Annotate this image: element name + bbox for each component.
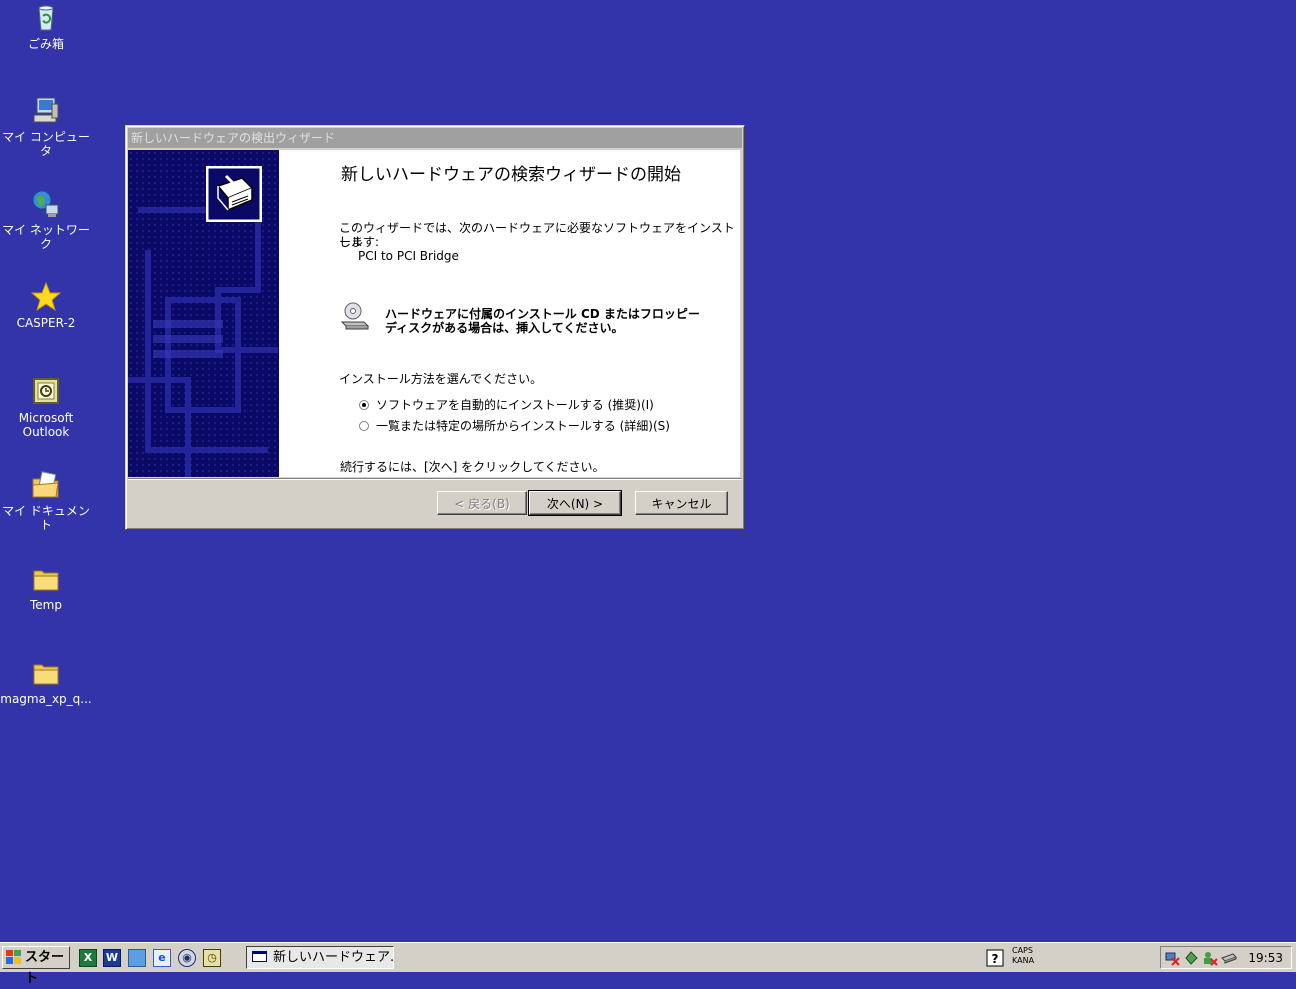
system-tray: 19:53 xyxy=(1160,946,1292,969)
cancel-button[interactable]: キャンセル xyxy=(635,491,728,515)
help-icon[interactable]: ? xyxy=(986,949,1004,967)
desktop-icon-label: CASPER-2 xyxy=(16,316,76,330)
hardware-install-icon xyxy=(206,166,262,222)
network-disconnected-icon[interactable] xyxy=(1164,950,1180,966)
dialog-title: 新しいハードウェアの検出ウィザード xyxy=(131,131,336,145)
desktop-icon-label: マイ ドキュメント xyxy=(2,504,90,532)
clock[interactable]: 19:53 xyxy=(1248,951,1283,965)
hardware-device-icon[interactable] xyxy=(1221,950,1237,966)
desktop-icon-casper[interactable]: CASPER-2 xyxy=(0,281,92,330)
next-button[interactable]: 次へ(N) > xyxy=(528,490,622,516)
hardware-wizard-dialog: 新しいハードウェアの検出ウィザード 新しいハードウェアの検索ウィザードの開始 こ… xyxy=(125,125,745,530)
wizard-banner xyxy=(128,150,279,477)
ime-caps: CAPS xyxy=(1012,946,1033,955)
taskbar-button-label: 新しいハードウェア... xyxy=(273,950,394,965)
desktop-icon-label: Microsoft Outlook xyxy=(18,411,74,439)
desktop-icon-recycle-bin[interactable]: ごみ箱 xyxy=(0,2,92,51)
dialog-button-bar: < 戻る(B) 次へ(N) > キャンセル xyxy=(128,478,742,527)
folder-icon xyxy=(33,570,59,591)
my-network-icon xyxy=(32,190,59,217)
window-icon xyxy=(252,951,267,962)
start-button[interactable]: スタート xyxy=(2,946,70,986)
radio-button-selected[interactable] xyxy=(359,400,369,410)
word-icon[interactable]: W xyxy=(103,949,121,967)
desktop-icon-temp[interactable]: Temp xyxy=(0,563,92,612)
insert-cd-line2: ディスクがある場合は、挿入してください。 xyxy=(385,321,624,335)
desktop-icon-label: Temp xyxy=(30,598,62,612)
back-button[interactable]: < 戻る(B) xyxy=(437,491,527,515)
desktop-icon-my-network[interactable]: マイ ネットワーク xyxy=(0,188,92,251)
insert-cd-line1: ハードウェアに付属のインストール CD またはフロッピー xyxy=(385,307,700,321)
outlook-express-icon[interactable]: ◉ xyxy=(178,949,196,967)
my-computer-icon xyxy=(33,97,59,123)
ie-icon[interactable]: e xyxy=(153,949,171,967)
desktop-icon-my-documents[interactable]: マイ ドキュメント xyxy=(0,469,92,532)
svg-text:?: ? xyxy=(992,952,999,966)
dialog-titlebar[interactable]: 新しいハードウェアの検出ウィザード xyxy=(128,128,742,148)
my-documents-icon xyxy=(32,471,59,498)
ime-status[interactable]: CAPS KANA xyxy=(1012,946,1034,966)
notepad-icon[interactable] xyxy=(128,949,146,967)
star-icon xyxy=(30,281,62,312)
windows-logo-icon xyxy=(6,950,21,964)
recycle-bin-icon xyxy=(38,5,54,31)
clock-app-icon[interactable]: ◷ xyxy=(203,949,221,967)
start-label: スタート xyxy=(25,950,65,986)
desktop-icon-label: ごみ箱 xyxy=(27,37,64,51)
ime-kana: KANA xyxy=(1012,956,1035,965)
intro-text-line2: します: xyxy=(339,235,380,249)
radio-auto-install[interactable]: ソフトウェアを自動的にインストールする (推奨)(I) xyxy=(359,398,654,412)
radio-button[interactable] xyxy=(359,421,369,431)
outlook-icon xyxy=(33,378,59,404)
radio-manual-install[interactable]: 一覧または特定の場所からインストールする (詳細)(S) xyxy=(359,419,670,433)
intro-text-line1: このウィザードでは、次のハードウェアに必要なソフトウェアをインストール xyxy=(339,221,735,249)
user-alert-icon[interactable] xyxy=(1202,950,1218,966)
cd-drive-icon xyxy=(340,302,370,330)
taskbar-button-hardware-wizard[interactable]: 新しいハードウェア... xyxy=(246,946,394,969)
radio-manual-install-label: 一覧または特定の場所からインストールする (詳細)(S) xyxy=(376,419,670,433)
desktop-icon-label: マイ ネットワーク xyxy=(2,223,90,251)
desktop-icon-my-computer[interactable]: マイ コンピュータ xyxy=(0,95,92,158)
device-name: PCI to PCI Bridge xyxy=(358,249,459,263)
desktop-icon-label: マイ コンピュータ xyxy=(2,130,90,158)
continue-text: 続行するには、[次へ] をクリックしてください。 xyxy=(340,460,605,474)
taskbar: スタート X W e ◉ ◷ 新しいハードウェア... ? CAPS KANA xyxy=(0,942,1296,986)
desktop-icon-outlook[interactable]: Microsoft Outlook xyxy=(0,376,92,439)
wizard-content: 新しいハードウェアの検索ウィザードの開始 このウィザードでは、次のハードウェアに… xyxy=(279,150,740,477)
radio-auto-install-label: ソフトウェアを自動的にインストールする (推奨)(I) xyxy=(376,398,654,412)
wizard-heading: 新しいハードウェアの検索ウィザードの開始 xyxy=(341,165,681,185)
excel-icon[interactable]: X xyxy=(79,949,97,967)
choose-prompt: インストール方法を選んでください。 xyxy=(339,372,543,386)
desktop-icon-magma[interactable]: magma_xp_q... xyxy=(0,657,92,706)
security-icon[interactable] xyxy=(1183,950,1199,966)
desktop-icon-label: magma_xp_q... xyxy=(0,692,92,706)
folder-icon xyxy=(33,664,59,685)
